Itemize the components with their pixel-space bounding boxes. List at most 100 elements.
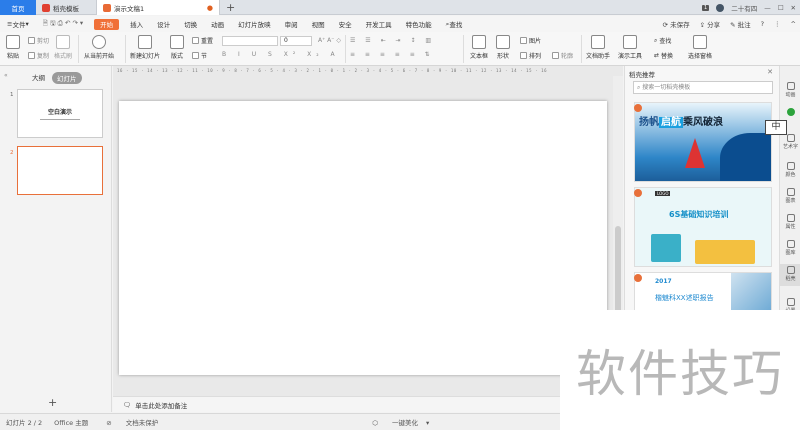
template-card-sailing[interactable]: 扬帆 启航 乘风破浪 [634, 102, 772, 182]
font-name-select[interactable] [222, 36, 278, 46]
selection-pane-label: 选择窗格 [688, 53, 713, 60]
font-style-buttons[interactable]: B I U S X² X₂ A [222, 51, 340, 58]
avatar[interactable] [716, 3, 725, 12]
replace-button[interactable]: ⇄ 替换 [654, 51, 673, 60]
template-text: 扬帆 启航 乘风破浪 [639, 113, 723, 128]
wave-image [720, 133, 771, 181]
cut-button[interactable]: 剪切 [28, 36, 49, 45]
collapse-icon[interactable]: ^ [791, 20, 796, 28]
status-bar: 幻灯片 2 / 2 Office 主题 ⊘ 文档未保护 ⬡ 一键美化 ▾ [0, 413, 560, 430]
menu-design[interactable]: 设计 [150, 16, 177, 32]
slide-thumbnail-2[interactable] [17, 146, 103, 195]
share-button[interactable]: ⇪ 分享 [700, 19, 721, 29]
font-size-buttons[interactable]: A⁺ A⁻ ◇ [318, 37, 341, 44]
section-label: 节 [201, 53, 208, 60]
template-card-report[interactable]: 2017 楷魅科XX述职报告 [634, 272, 772, 312]
panel-close-icon[interactable]: ✕ [767, 68, 773, 76]
more-icon[interactable]: ⋮ [774, 20, 781, 28]
menu-view[interactable]: 视图 [305, 16, 332, 32]
tab-home[interactable]: 首页 [0, 0, 36, 15]
new-slide-button[interactable]: 新建幻灯片 [130, 35, 160, 60]
search-label: 查找 [449, 21, 463, 29]
slide-tools-label: 演示工具 [618, 53, 643, 60]
paste-button[interactable]: 粘贴 [6, 35, 20, 60]
menu-start[interactable]: 开始 [94, 18, 120, 30]
menu-file[interactable]: ≡ 文件 ▾ [0, 16, 36, 32]
close-tab-icon[interactable]: ● [207, 4, 213, 12]
menu-label: 文件 [12, 21, 26, 29]
layout-button[interactable]: 版式 [170, 35, 184, 60]
paragraph-buttons[interactable]: ☰ ☰ ⇤ ⇥ ↕ ▥ [350, 37, 435, 44]
sidebar-item-style[interactable] [780, 108, 800, 117]
slide-canvas[interactable] [119, 101, 607, 375]
slide-thumbnail-1[interactable]: 空白演示 [17, 89, 103, 138]
comment-button[interactable]: ✎ 批注 [730, 19, 751, 29]
format-painter-button[interactable]: 格式刷 [54, 35, 72, 60]
sidebar-item-wordart[interactable]: 艺术字 [780, 134, 800, 150]
template-card-6s-training[interactable]: LOGO 6S基础知识培训 [634, 187, 772, 267]
alignment-buttons[interactable]: ≡ ≡ ≡ ≡ ≡ ⇅ [350, 51, 434, 58]
font-size-select[interactable]: 0 [280, 36, 312, 46]
sidebar-item-properties[interactable]: 属性 [780, 214, 800, 230]
textbox-button[interactable]: 文本框 [470, 35, 488, 60]
tab-daoke-templates[interactable]: 稻壳模板 [36, 0, 94, 15]
picture-button[interactable]: 图片 [520, 36, 541, 45]
slide-number: 1 [10, 92, 14, 98]
reset-button[interactable]: 重置 [192, 36, 213, 45]
menu-special[interactable]: 特色功能 [399, 16, 439, 32]
sidebar-item-animation[interactable]: 动画 [780, 82, 800, 98]
illustration-image [651, 234, 681, 262]
theme-name[interactable]: Office 主题 [48, 417, 94, 427]
protection-status[interactable]: ⊘ 文档未保护 [94, 417, 170, 427]
arrange-button[interactable]: 排列 [520, 51, 541, 60]
doc-helper-button[interactable]: 文档助手 [586, 35, 610, 60]
maximize-icon[interactable]: ☐ [778, 4, 784, 12]
selection-pane-button[interactable]: 选择窗格 [688, 35, 712, 60]
menu-slideshow[interactable]: 幻灯片放映 [231, 16, 278, 32]
notes-pane[interactable]: 🗨 单击此处添加备注 [113, 396, 623, 412]
section-button[interactable]: 节 [192, 51, 207, 60]
protection-label: 文档未保护 [125, 419, 159, 427]
play-from-current-button[interactable]: 从当前开始 [84, 35, 114, 60]
sidebar-item-daoke[interactable]: 稻壳 [780, 264, 800, 286]
add-slide-button[interactable]: + [48, 396, 57, 409]
menu-transition[interactable]: 切换 [177, 16, 204, 32]
slide-tools-button[interactable]: 演示工具 [618, 35, 642, 60]
sidebar-item-gallery[interactable]: 图库 [780, 240, 800, 256]
tab-slides[interactable]: 幻灯片 [52, 72, 82, 84]
doc-helper-label: 文档助手 [586, 53, 611, 60]
tab-presentation[interactable]: 演示文稿1 ● [96, 0, 220, 15]
outline-button[interactable]: 轮廓 [552, 51, 573, 60]
find-button[interactable]: ⌕ 查找 [654, 36, 672, 46]
template-search-input[interactable]: ⌕ 搜索一切稻壳模板 [633, 81, 773, 94]
tab-outline[interactable]: 大纲 [32, 72, 45, 82]
shape-button[interactable]: 形状 [496, 35, 510, 60]
menu-animation[interactable]: 动画 [204, 16, 231, 32]
paste-icon [6, 35, 20, 49]
help-icon[interactable]: ? [761, 20, 764, 28]
menu-insert[interactable]: 插入 [123, 16, 150, 32]
menu-search[interactable]: ⌕ 查找 [439, 16, 470, 32]
hot-badge-icon [634, 104, 642, 112]
sidebar-item-color[interactable]: 颜色 [780, 162, 800, 178]
new-tab-button[interactable]: + [226, 1, 235, 14]
close-window-icon[interactable]: ✕ [791, 4, 796, 12]
settings-icon [786, 298, 795, 306]
quick-access-icons[interactable]: 🗎 🖫 ⎙ ↶ ↷ ▾ [36, 16, 90, 32]
helper-icon [591, 35, 605, 49]
sidebar-item-chart[interactable]: 图表 [780, 188, 800, 204]
chart-icon [786, 188, 795, 196]
find-label: 查找 [659, 38, 672, 45]
beautify-button[interactable]: ⬡ 一键美化 ▾ [360, 417, 435, 427]
username[interactable]: 二十有四 [731, 3, 757, 13]
copy-button[interactable]: 复制 [28, 51, 49, 60]
menu-developer[interactable]: 开发工具 [359, 16, 399, 32]
collapse-panel-icon[interactable]: « [4, 72, 8, 79]
minimize-icon[interactable]: — [764, 4, 771, 12]
menu-review[interactable]: 审阅 [278, 16, 305, 32]
outline-label: 轮廓 [561, 53, 574, 60]
menu-security[interactable]: 安全 [332, 16, 359, 32]
unsaved-button[interactable]: ⟳ 未保存 [663, 19, 690, 29]
presentation-icon [103, 3, 111, 12]
ime-indicator[interactable]: 中 [765, 120, 787, 135]
